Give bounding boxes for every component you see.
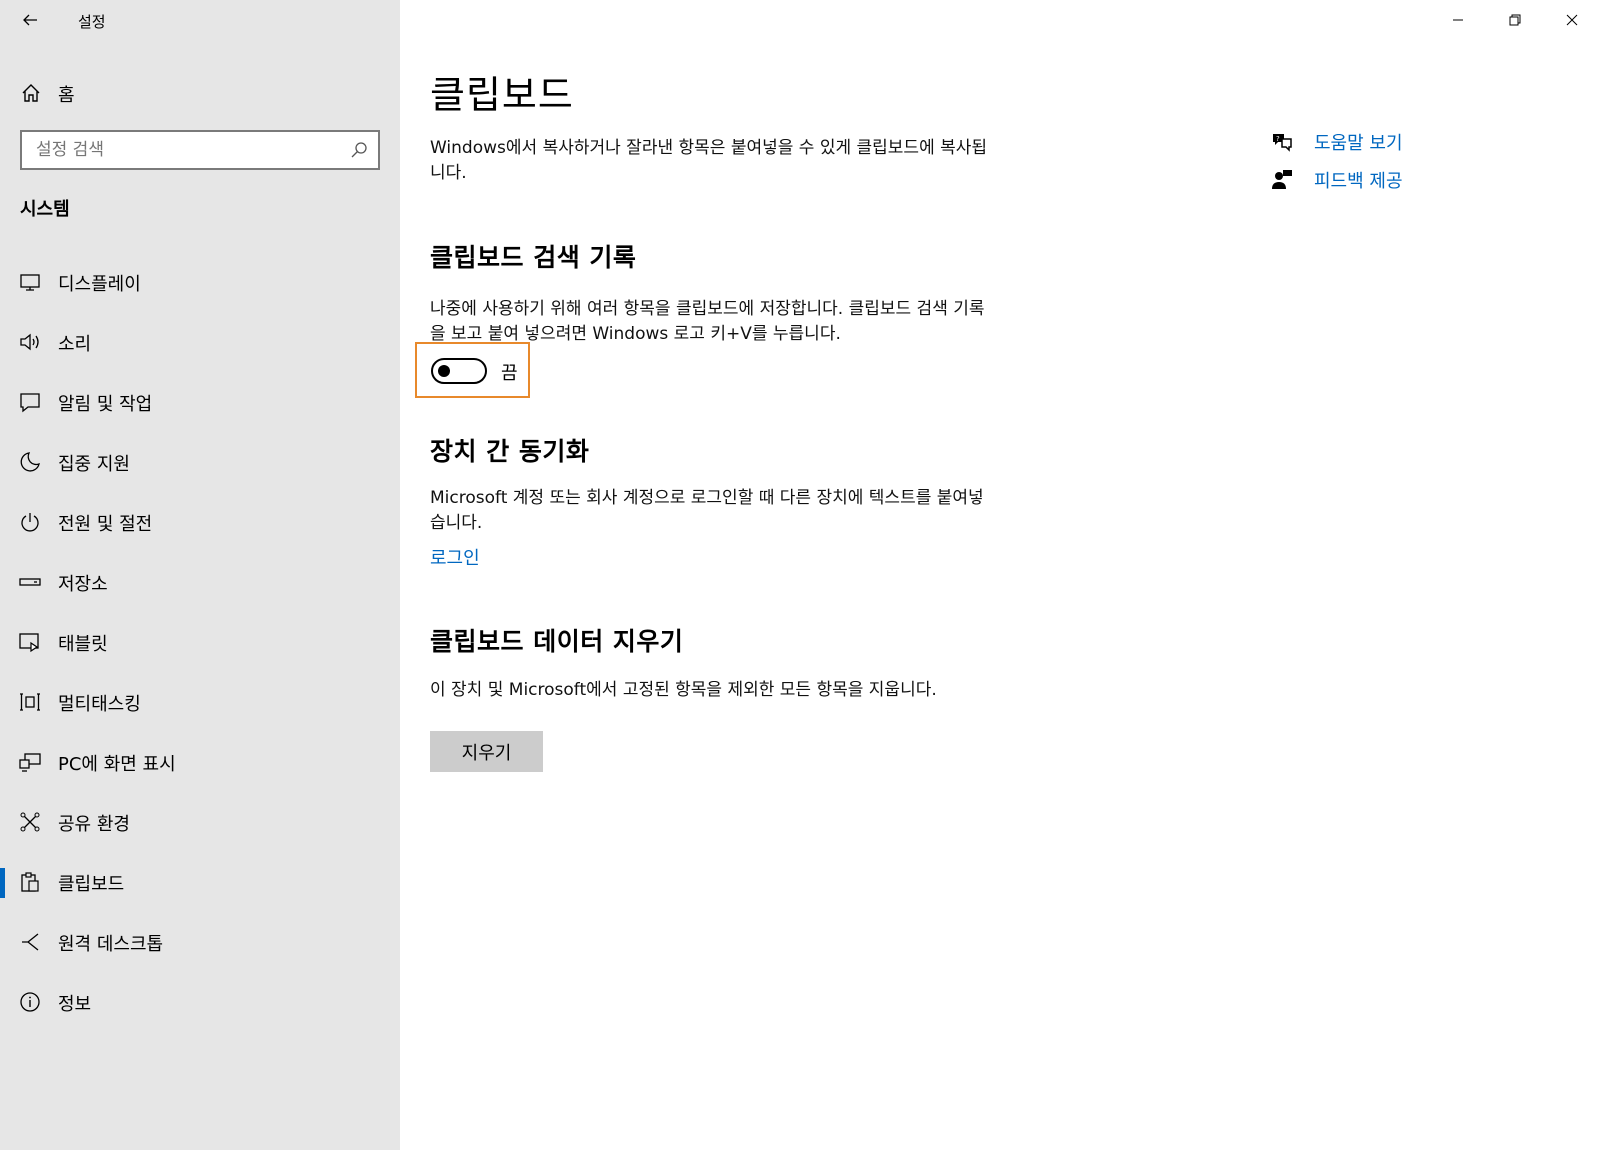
sidebar-item-home[interactable]: 홈 xyxy=(0,72,400,112)
search-input[interactable] xyxy=(22,132,332,168)
sidebar-item-tablet[interactable]: 태블릿 xyxy=(0,612,400,672)
svg-text:?: ? xyxy=(1276,135,1280,143)
speaker-icon xyxy=(20,333,39,351)
sync-description: Microsoft 계정 또는 회사 계정으로 로그인할 때 다른 장치에 텍스… xyxy=(430,488,984,533)
info-icon xyxy=(20,992,40,1012)
home-icon xyxy=(22,84,40,102)
titlebar-left: 설정 xyxy=(0,0,400,40)
sidebar-item-display[interactable]: 디스플레이 xyxy=(0,252,400,312)
back-arrow-icon xyxy=(23,14,37,26)
minimize-icon xyxy=(1452,19,1463,21)
feedback-icon xyxy=(1272,170,1292,189)
storage-icon xyxy=(19,578,41,586)
section-label: 시스템 xyxy=(20,199,70,220)
tablet-icon xyxy=(19,633,39,653)
sidebar-item-focus-assist[interactable]: 집중 지원 xyxy=(0,432,400,492)
back-button[interactable] xyxy=(14,6,46,34)
projecting-icon xyxy=(19,753,41,772)
window-controls xyxy=(1429,0,1600,40)
main-content: 클립보드 Windows에서 복사하거나 잘라낸 항목은 붙여넣을 수 있게 클… xyxy=(400,0,1600,1150)
sidebar-item-clipboard[interactable]: 클립보드 xyxy=(0,852,400,912)
clear-button[interactable]: 지우기 xyxy=(430,731,543,772)
history-toggle[interactable] xyxy=(431,358,487,384)
history-description: 나중에 사용하기 위해 여러 항목을 클립보드에 저장합니다. 클립보드 검색 … xyxy=(430,299,985,344)
help-chat-icon: ? xyxy=(1273,134,1292,152)
page-title: 클립보드 xyxy=(430,73,574,117)
power-icon xyxy=(21,513,39,532)
display-icon xyxy=(20,274,40,291)
sidebar-item-label: 공유 환경 xyxy=(58,814,130,835)
feedback-link-row[interactable]: 피드백 제공 xyxy=(1270,162,1570,200)
help-link-row[interactable]: ? 도움말 보기 xyxy=(1270,124,1570,162)
restore-button[interactable] xyxy=(1486,0,1543,40)
sidebar-item-label: PC에 화면 표시 xyxy=(58,754,176,775)
sidebar-item-label: 태블릿 xyxy=(58,634,108,655)
history-toggle-label: 끔 xyxy=(501,363,518,384)
intro-text: Windows에서 복사하거나 잘라낸 항목은 붙여넣을 수 있게 클립보드에 … xyxy=(430,138,988,183)
sidebar-item-label: 멀티태스킹 xyxy=(58,694,141,715)
minimize-button[interactable] xyxy=(1429,0,1486,40)
sidebar-item-label: 홈 xyxy=(58,85,75,106)
sidebar: 설정 홈 시스템 디스플레이 소리 알림 및 작업 집중 지원 전원 및 절전 xyxy=(0,0,400,1150)
sidebar-item-label: 알림 및 작업 xyxy=(58,394,153,415)
multitasking-icon xyxy=(20,693,40,711)
restore-icon xyxy=(1509,14,1520,26)
notification-icon xyxy=(20,393,40,413)
app-title: 설정 xyxy=(78,13,106,31)
active-indicator xyxy=(0,868,5,898)
search-icon xyxy=(351,142,367,158)
clipboard-icon xyxy=(21,872,39,892)
close-button[interactable] xyxy=(1543,0,1600,40)
sidebar-nav: 디스플레이 소리 알림 및 작업 집중 지원 전원 및 절전 저장소 태블릿 멀… xyxy=(0,252,400,1032)
toggle-knob xyxy=(438,365,450,377)
sidebar-item-storage[interactable]: 저장소 xyxy=(0,552,400,612)
sidebar-item-label: 저장소 xyxy=(58,574,108,595)
remote-desktop-icon xyxy=(22,933,39,951)
sidebar-item-label: 정보 xyxy=(58,994,92,1015)
clear-description: 이 장치 및 Microsoft에서 고정된 항목을 제외한 모든 항목을 지웁… xyxy=(430,680,937,700)
sidebar-item-label: 집중 지원 xyxy=(58,454,130,475)
sidebar-item-label: 디스플레이 xyxy=(58,274,141,295)
login-link[interactable]: 로그인 xyxy=(430,544,480,570)
feedback-link[interactable]: 피드백 제공 xyxy=(1314,167,1403,193)
sidebar-item-label: 원격 데스크톱 xyxy=(58,934,164,955)
sidebar-item-label: 클립보드 xyxy=(58,874,125,895)
help-link[interactable]: 도움말 보기 xyxy=(1314,129,1403,155)
sidebar-item-multitasking[interactable]: 멀티태스킹 xyxy=(0,672,400,732)
history-toggle-focus[interactable]: 끔 xyxy=(415,342,530,398)
sidebar-item-about[interactable]: 정보 xyxy=(0,972,400,1032)
moon-icon xyxy=(20,452,40,472)
sidebar-item-notifications[interactable]: 알림 및 작업 xyxy=(0,372,400,432)
close-icon xyxy=(1566,14,1577,26)
sidebar-item-label: 소리 xyxy=(58,334,92,355)
shared-experiences-icon xyxy=(20,812,40,832)
sidebar-item-power[interactable]: 전원 및 절전 xyxy=(0,492,400,552)
help-panel: ? 도움말 보기 피드백 제공 xyxy=(1270,124,1570,200)
sidebar-item-projecting[interactable]: PC에 화면 표시 xyxy=(0,732,400,792)
clear-heading: 클립보드 데이터 지우기 xyxy=(430,627,684,656)
sidebar-item-remote-desktop[interactable]: 원격 데스크톱 xyxy=(0,912,400,972)
search-box[interactable] xyxy=(20,130,380,170)
sidebar-item-shared-experiences[interactable]: 공유 환경 xyxy=(0,792,400,852)
sidebar-item-label: 전원 및 절전 xyxy=(58,514,153,535)
sync-heading: 장치 간 동기화 xyxy=(430,437,590,466)
sidebar-item-sound[interactable]: 소리 xyxy=(0,312,400,372)
history-heading: 클립보드 검색 기록 xyxy=(430,243,637,272)
